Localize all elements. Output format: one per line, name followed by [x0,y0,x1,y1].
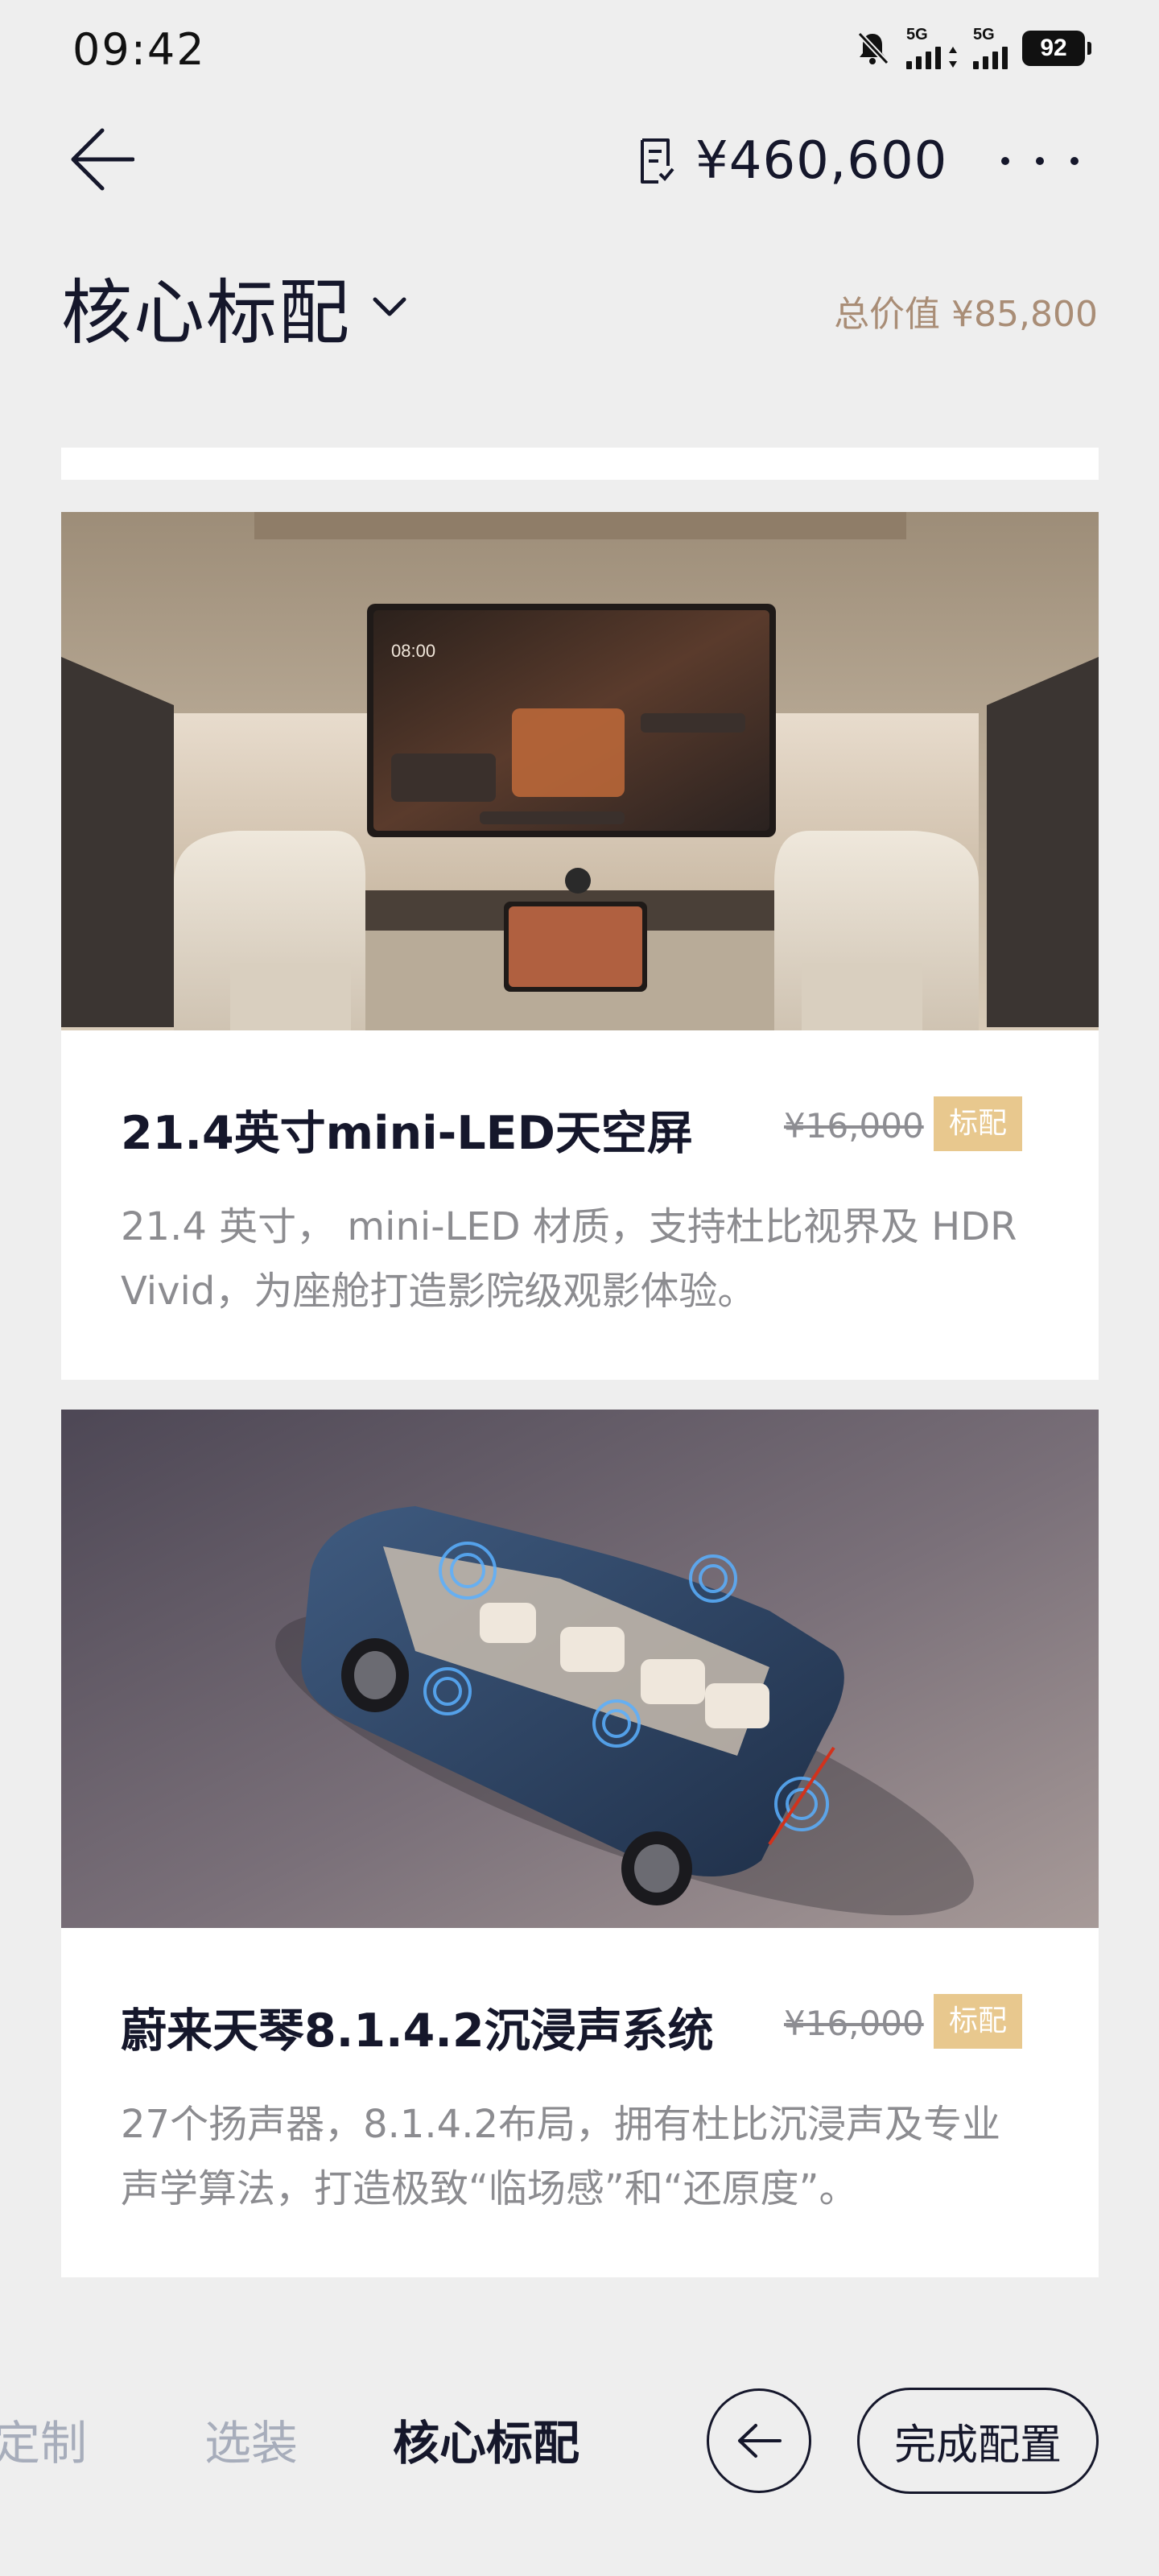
status-icons: 5G 5G 92 [853,26,1091,71]
status-bar: 09:42 5G 5G 92 [0,0,1159,97]
total-price: ¥460,600 [695,131,948,191]
sky-screen-image: 08:00 [61,512,1099,1030]
signal-icon: 5G [906,26,959,69]
feature-card-sound-system[interactable]: 蔚来天琴8.1.4.2沉浸声系统 ¥16,000 标配 27个扬声器，8.1.4… [61,1410,1099,2277]
more-icon [1070,157,1079,165]
card-description: 21.4 英寸， mini-LED 材质，支持杜比视界及 HDR Vivid，为… [121,1204,1017,1314]
tab-customize[interactable]: 定制 [0,2405,87,2473]
feature-card-sky-screen[interactable]: 08:00 21.4英寸mini-LED天空屏 ¥16,000 标配 21.4 … [61,512,1099,1380]
network-label: 5G [906,26,928,43]
standard-badge: 标配 [934,1096,1022,1151]
back-button[interactable] [68,121,137,198]
card-body: 21.4英寸mini-LED天空屏 ¥16,000 标配 21.4 英寸， mi… [61,1030,1099,1380]
card-body: 蔚来天琴8.1.4.2沉浸声系统 ¥16,000 标配 27个扬声器，8.1.4… [61,1928,1099,2277]
more-button[interactable] [1001,137,1079,185]
price-summary-button[interactable]: ¥460,600 [636,127,947,195]
back-arrow-icon [71,128,134,191]
battery-indicator: 92 [1022,31,1091,66]
more-icon [1001,157,1009,165]
signal-icon: 5G [973,26,1008,69]
arrow-left-icon [738,2424,782,2458]
network-label: 5G [973,26,995,43]
previous-step-button[interactable] [707,2388,811,2493]
standard-badge: 标配 [934,1994,1022,2049]
original-price: ¥16,000 [784,2004,924,2043]
section-title: 核心标配 [61,270,352,354]
total-value: 总价值 ¥85,800 [834,294,1098,335]
card-description: 27个扬声器，8.1.4.2布局，拥有杜比沉浸声及专业声学算法，打造极致“临场感… [121,2102,1001,2211]
card-title: 21.4英寸mini-LED天空屏 [121,1107,693,1160]
bell-off-icon [853,29,892,68]
partial-card [61,448,1099,480]
tab-options[interactable]: 选装 [204,2405,298,2473]
screen-time: 08:00 [391,641,435,661]
status-time: 09:42 [72,24,206,75]
receipt-icon [641,138,674,184]
card-title: 蔚来天琴8.1.4.2沉浸声系统 [121,2004,714,2058]
chevron-down-icon [373,297,406,316]
original-price: ¥16,000 [784,1106,924,1146]
section-selector[interactable]: 核心标配 [61,262,407,354]
sound-system-image [61,1410,1099,1928]
finish-config-button[interactable]: 完成配置 [857,2388,1099,2494]
more-icon [1036,157,1044,165]
tab-core-standard[interactable]: 核心标配 [393,2405,580,2473]
